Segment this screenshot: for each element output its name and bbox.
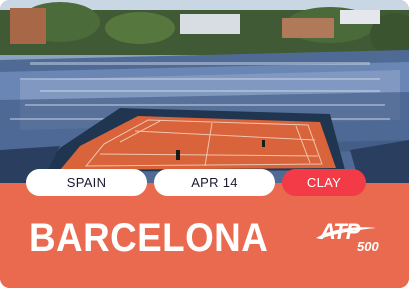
country-tag[interactable]: SPAIN [26,169,147,196]
date-tag[interactable]: APR 14 [154,169,275,196]
atp-tier-level: 500 [357,239,379,254]
tournament-card[interactable]: SPAIN APR 14 CLAY BARCELONA ATP 500 [0,0,409,288]
stadium-photo [0,0,409,185]
atp-wordmark: ATP [320,219,360,244]
city-title: BARCELONA [29,216,269,260]
surface-tag[interactable]: CLAY [282,169,366,196]
atp-500-logo: ATP 500 [316,220,386,256]
